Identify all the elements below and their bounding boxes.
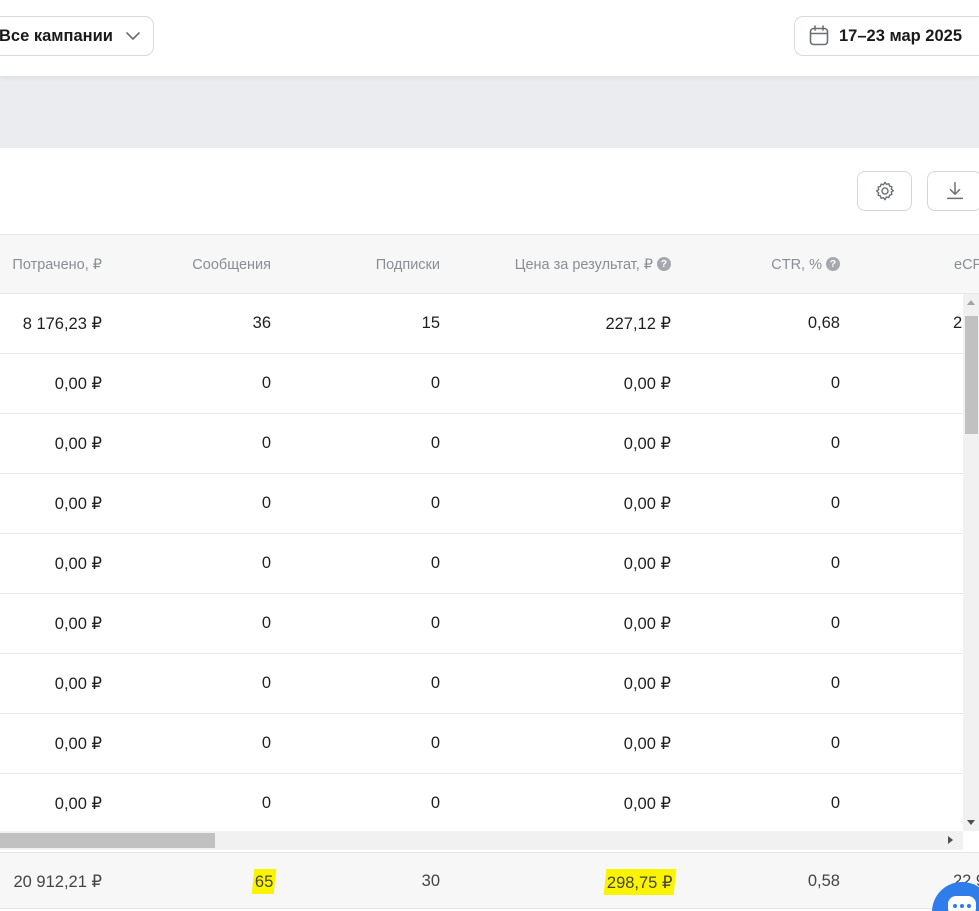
chevron-down-icon	[126, 32, 140, 40]
cell-messages: 0	[261, 674, 271, 692]
cell-spent: 0,00 ₽	[54, 374, 102, 393]
column-header-spent[interactable]: Потрачено, ₽	[0, 235, 102, 295]
table-header: Потрачено, ₽ Сообщения Подписки Цена за …	[0, 234, 979, 294]
cell-spent: 8 176,23 ₽	[22, 314, 102, 333]
table-toolbar	[0, 148, 979, 234]
scroll-up-arrow-icon[interactable]	[967, 300, 975, 305]
highlight-mark: 65	[251, 869, 277, 894]
scroll-down-arrow-icon[interactable]	[967, 820, 975, 825]
cell-ecpm: 2	[953, 314, 963, 332]
chat-dot	[967, 904, 971, 908]
cell-cost-per-result: 0,00 ₽	[623, 374, 671, 393]
column-header-subscriptions[interactable]: Подписки	[280, 235, 440, 295]
chat-dot	[953, 904, 957, 908]
cell-ctr: 0	[830, 614, 840, 632]
column-header-cost-per-result[interactable]: Цена за результат, ₽?	[450, 235, 671, 295]
total-subscriptions: 30	[421, 872, 440, 890]
cell-spent: 0,00 ₽	[54, 794, 102, 813]
cell-ctr: 0	[830, 494, 840, 512]
help-icon[interactable]: ?	[826, 257, 840, 271]
cell-subscriptions: 0	[430, 554, 440, 572]
cell-spent: 0,00 ₽	[54, 434, 102, 453]
cell-spent: 0,00 ₽	[54, 614, 102, 633]
totals-row: 20 912,21 ₽ 65 30 298,75 ₽ 0,58 22,9	[0, 852, 979, 909]
cell-subscriptions: 0	[430, 734, 440, 752]
cell-cost-per-result: 227,12 ₽	[605, 314, 671, 333]
cell-subscriptions: 0	[430, 494, 440, 512]
date-range-picker[interactable]: 17–23 мар 2025	[794, 16, 979, 56]
table-row[interactable]: 0,00 ₽ 0 0 0,00 ₽ 0	[0, 714, 963, 774]
cell-spent: 0,00 ₽	[54, 734, 102, 753]
horizontal-scrollbar[interactable]	[0, 831, 963, 850]
column-header-ecpm[interactable]: eCPM, ₽	[954, 235, 979, 295]
table-row[interactable]: 0,00 ₽ 0 0 0,00 ₽ 0	[0, 774, 963, 834]
cell-spent: 0,00 ₽	[54, 674, 102, 693]
cell-messages: 0	[261, 374, 271, 392]
cell-subscriptions: 0	[430, 794, 440, 812]
total-ctr: 0,58	[807, 872, 840, 890]
cell-ctr: 0	[830, 734, 840, 752]
cell-ctr: 0	[830, 554, 840, 572]
cell-subscriptions: 0	[430, 374, 440, 392]
cell-spent: 0,00 ₽	[54, 554, 102, 573]
horizontal-scroll-thumb[interactable]	[0, 833, 215, 848]
table-row[interactable]: 0,00 ₽ 0 0 0,00 ₽ 0	[0, 534, 963, 594]
cell-subscriptions: 0	[430, 434, 440, 452]
cell-messages: 0	[261, 794, 271, 812]
vertical-scrollbar[interactable]	[963, 294, 979, 831]
cell-messages: 0	[261, 494, 271, 512]
cell-cost-per-result: 0,00 ₽	[623, 554, 671, 573]
vertical-scroll-thumb[interactable]	[965, 316, 978, 434]
stats-table: Потрачено, ₽ Сообщения Подписки Цена за …	[0, 234, 979, 911]
cell-ctr: 0	[830, 374, 840, 392]
cell-cost-per-result: 0,00 ₽	[623, 794, 671, 813]
cell-ctr: 0,68	[807, 314, 840, 332]
table-row[interactable]: 8 176,23 ₽ 36 15 227,12 ₽ 0,68 2	[0, 294, 963, 354]
cell-messages: 0	[261, 434, 271, 452]
cell-cost-per-result: 0,00 ₽	[623, 434, 671, 453]
filter-band	[0, 76, 979, 148]
cell-cost-per-result: 0,00 ₽	[623, 614, 671, 633]
cell-cost-per-result: 0,00 ₽	[623, 674, 671, 693]
table-settings-button[interactable]	[857, 171, 912, 211]
chat-dot	[960, 904, 964, 908]
cell-cost-per-result: 0,00 ₽	[623, 494, 671, 513]
highlight-mark: 298,75 ₽	[604, 868, 677, 895]
cell-messages: 36	[252, 314, 271, 332]
cell-ctr: 0	[830, 794, 840, 812]
gear-icon	[875, 181, 894, 201]
campaign-filter-dropdown[interactable]: Все кампании	[0, 16, 154, 56]
table-row[interactable]: 0,00 ₽ 0 0 0,00 ₽ 0	[0, 474, 963, 534]
cell-ctr: 0	[830, 674, 840, 692]
cell-subscriptions: 0	[430, 674, 440, 692]
cell-cost-per-result: 0,00 ₽	[623, 734, 671, 753]
table-row[interactable]: 0,00 ₽ 0 0 0,00 ₽ 0	[0, 654, 963, 714]
table-row[interactable]: 0,00 ₽ 0 0 0,00 ₽ 0	[0, 354, 963, 414]
cell-spent: 0,00 ₽	[54, 494, 102, 513]
cell-subscriptions: 15	[421, 314, 440, 332]
column-header-ctr[interactable]: CTR, %?	[690, 235, 840, 295]
download-button[interactable]	[927, 171, 979, 211]
date-range-label: 17–23 мар 2025	[839, 26, 963, 45]
calendar-icon	[809, 25, 829, 46]
top-bar: Все кампании 17–23 мар 2025	[0, 0, 979, 76]
cell-messages: 0	[261, 554, 271, 572]
total-spent: 20 912,21 ₽	[13, 872, 103, 891]
download-icon	[946, 182, 963, 200]
table-body: 8 176,23 ₽ 36 15 227,12 ₽ 0,68 2 0,00 ₽ …	[0, 294, 963, 834]
total-messages: 65	[110, 853, 277, 910]
scroll-right-arrow-icon[interactable]	[948, 836, 953, 844]
cell-messages: 0	[261, 614, 271, 632]
campaign-filter-label: Все кампании	[0, 26, 113, 45]
cell-subscriptions: 0	[430, 614, 440, 632]
table-row[interactable]: 0,00 ₽ 0 0 0,00 ₽ 0	[0, 594, 963, 654]
table-row[interactable]: 0,00 ₽ 0 0 0,00 ₽ 0	[0, 414, 963, 474]
column-header-messages[interactable]: Сообщения	[110, 235, 271, 295]
cell-messages: 0	[261, 734, 271, 752]
total-cost-per-result: 298,75 ₽	[450, 853, 677, 910]
help-icon[interactable]: ?	[657, 257, 671, 271]
cell-ctr: 0	[830, 434, 840, 452]
